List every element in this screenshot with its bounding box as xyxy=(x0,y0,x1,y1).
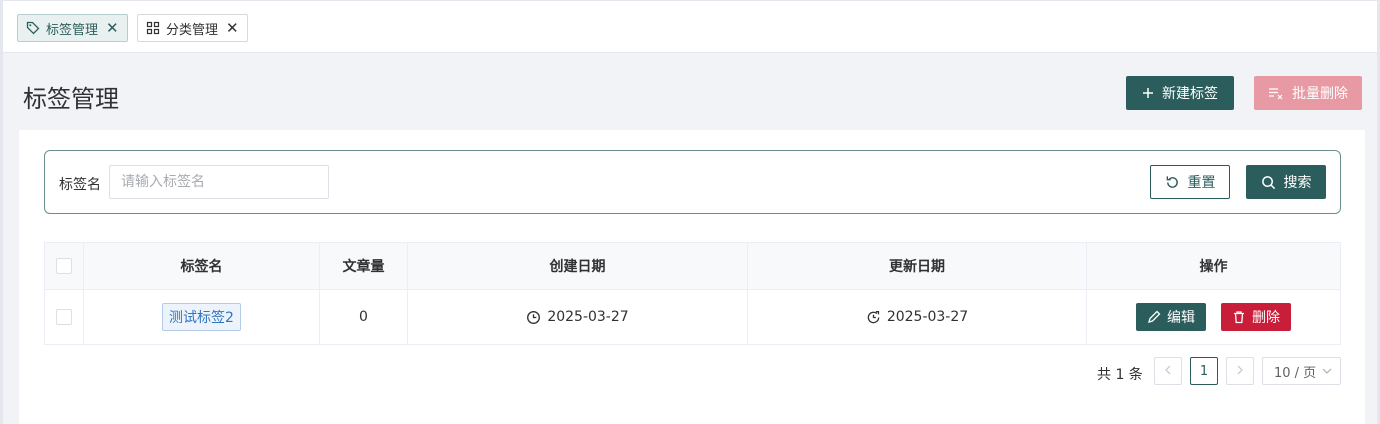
search-label-text: 搜索 xyxy=(1283,175,1312,191)
row-checkbox[interactable] xyxy=(56,309,72,325)
grid-icon xyxy=(146,21,160,35)
table-row: 测试标签2 0 2025-03-27 2025-03-27 编辑 删除 xyxy=(45,290,1340,344)
page-size-select[interactable]: 10 / 页 xyxy=(1262,357,1341,385)
search-button[interactable]: 搜索 xyxy=(1246,165,1326,199)
page-title: 标签管理 xyxy=(23,85,119,113)
tab-tag-management[interactable]: 标签管理 ✕ xyxy=(17,14,128,42)
tab-label: 分类管理 xyxy=(166,22,219,38)
clock-icon xyxy=(526,310,541,325)
delete-button[interactable]: 删除 xyxy=(1221,303,1291,331)
tag-chip: 测试标签2 xyxy=(162,303,241,331)
tabs-bar: 标签管理 ✕ 分类管理 ✕ xyxy=(3,1,1377,53)
pagination-total: 共 1 条 xyxy=(1097,367,1143,383)
created-date: 2025-03-27 xyxy=(547,309,629,325)
close-icon[interactable]: ✕ xyxy=(106,20,119,36)
refresh-clock-icon xyxy=(866,310,881,325)
created-date-cell: 2025-03-27 xyxy=(408,290,748,344)
prev-page-button[interactable] xyxy=(1154,357,1182,385)
tag-icon xyxy=(26,21,40,35)
content-card: 标签名 重置 搜索 标签名 文章量 创建 xyxy=(19,130,1365,424)
next-page-button[interactable] xyxy=(1226,357,1254,385)
actions-cell: 编辑 删除 xyxy=(1087,290,1340,344)
chevron-left-icon xyxy=(1164,364,1172,379)
tab-label: 标签管理 xyxy=(46,22,99,38)
chevron-right-icon xyxy=(1236,364,1244,379)
tag-name-input[interactable] xyxy=(109,165,329,199)
tab-category-management[interactable]: 分类管理 ✕ xyxy=(137,14,248,42)
search-form: 标签名 重置 搜索 xyxy=(44,150,1341,214)
page-number-button[interactable]: 1 xyxy=(1190,357,1218,385)
trash-icon xyxy=(1232,310,1246,324)
plus-icon xyxy=(1142,87,1154,99)
header-select-cell xyxy=(45,243,84,289)
batch-delete-label: 批量删除 xyxy=(1292,86,1348,102)
search-label: 标签名 xyxy=(59,177,101,193)
main-content: 标签管理 新建标签 批量删除 标签名 重置 搜索 xyxy=(3,53,1377,424)
column-header: 操作 xyxy=(1199,259,1228,275)
clear-list-icon xyxy=(1268,86,1284,100)
close-icon[interactable]: ✕ xyxy=(226,20,239,36)
edit-label: 编辑 xyxy=(1167,310,1195,326)
column-header: 创建日期 xyxy=(408,243,748,289)
column-header: 文章量 xyxy=(320,243,408,289)
new-tag-button[interactable]: 新建标签 xyxy=(1126,76,1234,110)
delete-label: 删除 xyxy=(1252,310,1280,326)
refresh-icon xyxy=(1165,175,1180,190)
reset-label: 重置 xyxy=(1187,175,1216,191)
new-tag-label: 新建标签 xyxy=(1162,86,1218,102)
page-size-value: 10 / 页 xyxy=(1274,365,1317,381)
edit-button[interactable]: 编辑 xyxy=(1136,303,1206,331)
tag-table: 标签名 文章量 创建日期 更新日期 操作 测试标签2 0 2025-03-27 … xyxy=(44,242,1341,345)
batch-delete-button[interactable]: 批量删除 xyxy=(1254,76,1362,110)
updated-date-cell: 2025-03-27 xyxy=(748,290,1087,344)
article-count-cell: 0 xyxy=(320,290,408,344)
column-header: 标签名 xyxy=(84,243,320,289)
chevron-down-icon xyxy=(1322,368,1332,374)
reset-button[interactable]: 重置 xyxy=(1150,165,1230,199)
tag-name-cell: 测试标签2 xyxy=(84,290,320,344)
pencil-icon xyxy=(1147,310,1161,324)
table-header: 标签名 文章量 创建日期 更新日期 操作 xyxy=(45,243,1340,290)
updated-date: 2025-03-27 xyxy=(886,309,969,325)
column-header: 更新日期 xyxy=(748,243,1087,289)
select-all-checkbox[interactable] xyxy=(56,258,72,274)
search-icon xyxy=(1261,175,1276,190)
row-select-cell xyxy=(45,290,84,344)
